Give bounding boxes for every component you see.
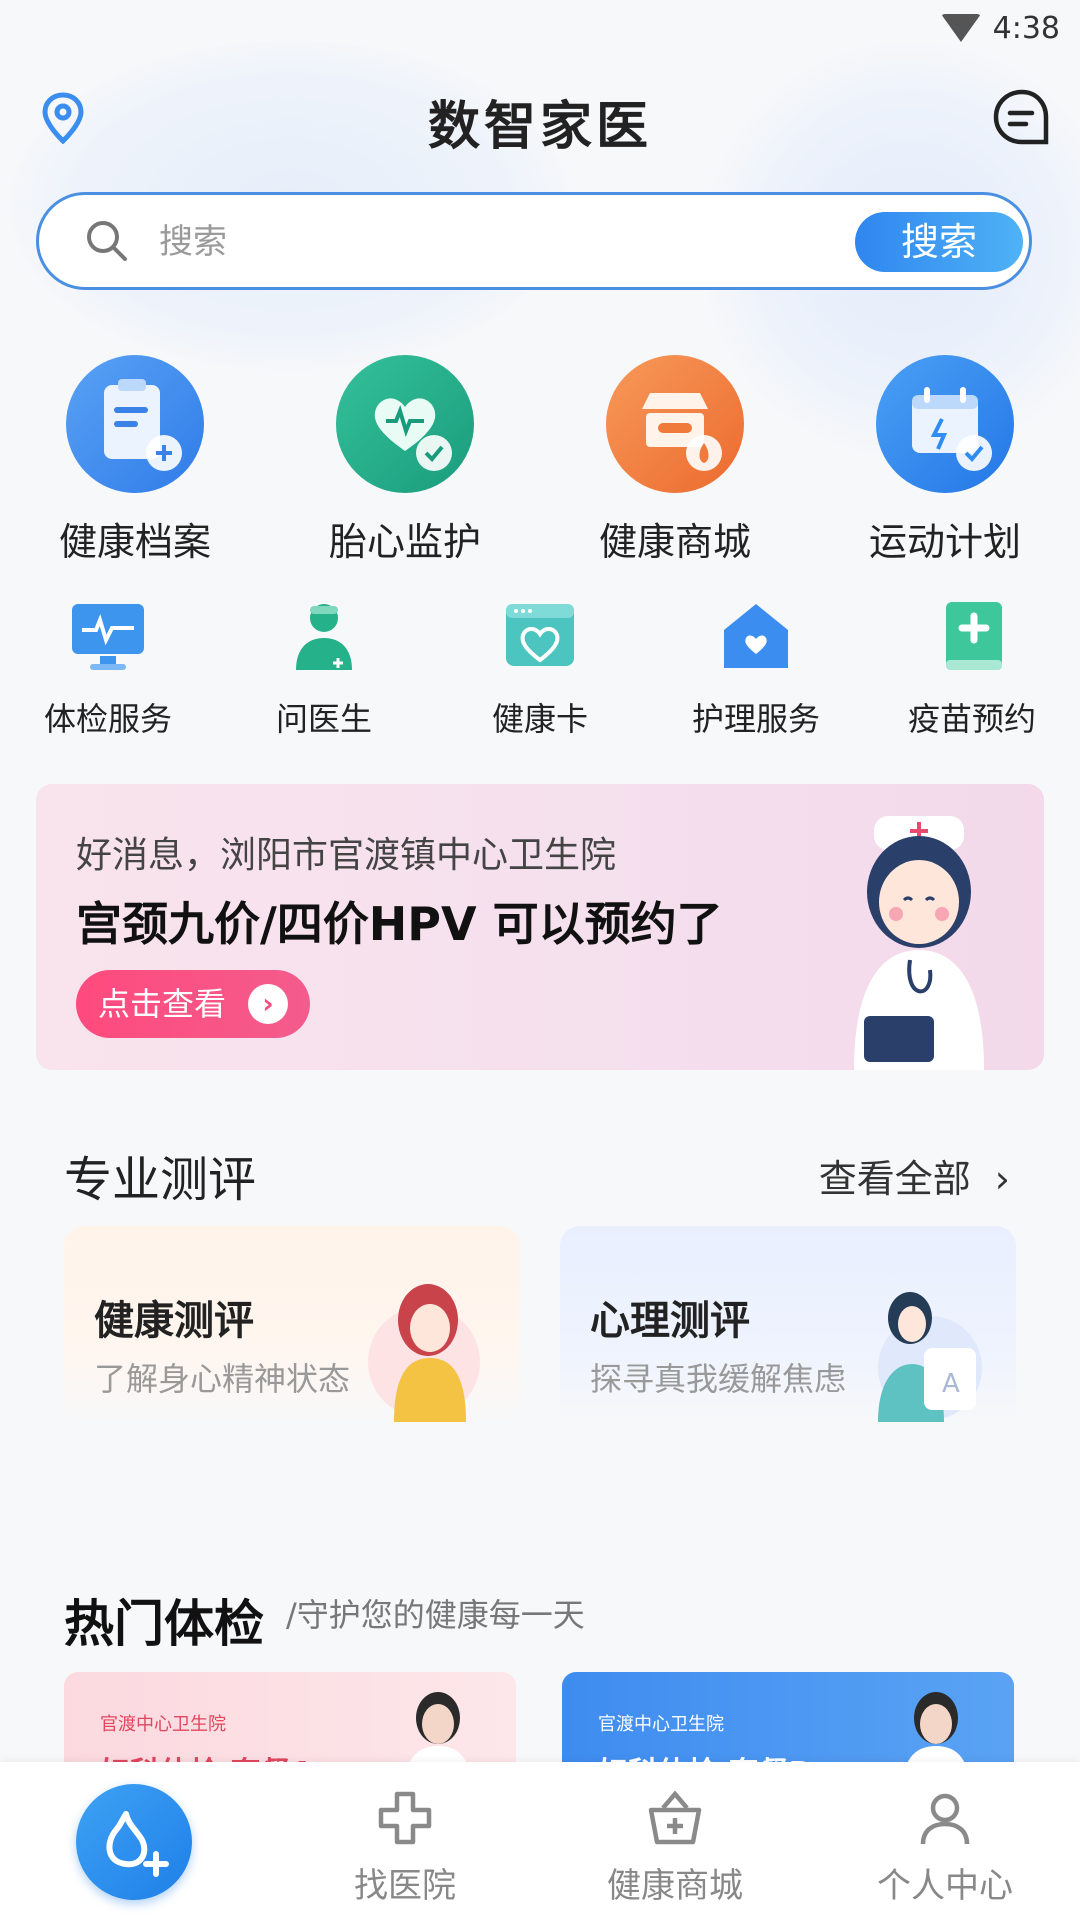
banner-view-button[interactable]: 点击查看 › (76, 970, 310, 1038)
nav-health-mall[interactable]: 健康商城 (540, 1762, 810, 1920)
status-bar: 4:38 (940, 8, 1060, 48)
user-icon (920, 1793, 970, 1845)
service-fetal-heart[interactable]: 胎心监护 (270, 355, 540, 566)
hot-checkup-title: 热门体检 (64, 1595, 264, 1653)
service-health-record[interactable]: 健康档案 (0, 355, 270, 566)
home-fab-icon (106, 1811, 169, 1877)
see-all-link[interactable]: 查看全部 › (819, 1148, 1010, 1203)
health-mall-icon (606, 355, 744, 493)
wifi-icon (940, 14, 981, 42)
nurse-illustration (854, 816, 984, 1070)
sub-services: 体检服务 问医生 健康卡 护理服务 疫苗预约 (0, 600, 1080, 740)
main-services: 健康档案 胎心监护 健康商城 运动计划 (0, 355, 1080, 566)
service-checkup[interactable]: 体检服务 (0, 600, 216, 740)
hpv-promo-banner[interactable]: 好消息，浏阳市官渡镇中心卫生院 宫颈九价/四价HPV 可以预约了 点击查看 › (36, 784, 1044, 1070)
banner-subtitle: 好消息，浏阳市官渡镇中心卫生院 (76, 835, 617, 876)
service-exercise-plan[interactable]: 运动计划 (810, 355, 1080, 566)
health-record-icon (66, 355, 204, 493)
psychological-evaluation-card[interactable]: 心理测评 探寻真我缓解焦虑 A (560, 1226, 1016, 1426)
evaluation-section-title: 专业测评 (64, 1152, 257, 1208)
search-bar: 搜索 (36, 192, 1032, 290)
banner-title: 宫颈九价/四价HPV 可以预约了 (76, 897, 723, 951)
app-title: 数智家医 (427, 97, 652, 157)
service-nursing[interactable]: 护理服务 (648, 600, 864, 740)
chevron-right-icon: › (994, 1157, 1010, 1201)
search-input[interactable] (157, 213, 761, 271)
exercise-plan-icon (876, 355, 1014, 493)
nav-find-hospital[interactable]: 找医院 (270, 1762, 540, 1920)
psychology-illustration: A (878, 1292, 982, 1422)
service-ask-doctor[interactable]: 问医生 (216, 600, 432, 740)
svg-text:A: A (942, 1369, 960, 1399)
search-icon (87, 221, 127, 261)
message-icon[interactable] (992, 88, 1052, 148)
service-vaccine[interactable]: 疫苗预约 (864, 600, 1080, 740)
health-card-icon (506, 604, 574, 666)
woman-illustration (368, 1284, 480, 1422)
status-time: 4:38 (992, 10, 1060, 46)
hot-checkup-subtitle: /守护您的健康每一天 (286, 1596, 585, 1634)
fetal-heart-icon (336, 355, 474, 493)
hospital-cross-icon (378, 1791, 432, 1845)
service-health-card[interactable]: 健康卡 (432, 600, 648, 740)
search-button[interactable]: 搜索 (855, 212, 1023, 272)
doctor-icon (296, 604, 352, 670)
shopping-basket-icon (648, 1790, 702, 1845)
nursing-home-icon (724, 604, 788, 668)
service-health-mall[interactable]: 健康商城 (540, 355, 810, 566)
chevron-right-icon: › (248, 984, 288, 1024)
vaccine-book-icon (946, 602, 1002, 670)
checkup-monitor-icon (72, 604, 144, 670)
nav-home-button[interactable] (76, 1784, 192, 1900)
health-evaluation-card[interactable]: 健康测评 了解身心精神状态 (64, 1226, 520, 1426)
nav-personal-center[interactable]: 个人中心 (810, 1762, 1080, 1920)
